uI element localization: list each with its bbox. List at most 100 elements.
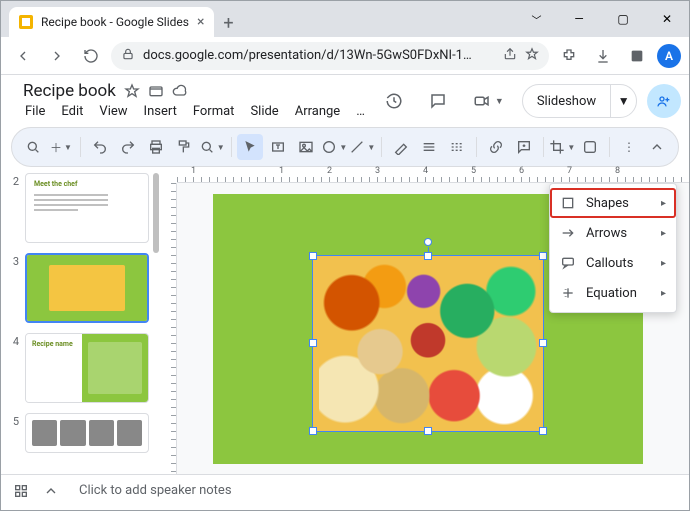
undo-button[interactable] xyxy=(87,134,113,160)
thumbnail-slide-2[interactable]: Meet the chef xyxy=(25,173,149,243)
link-button[interactable] xyxy=(483,134,509,160)
shape-menu-label: Callouts xyxy=(586,256,633,271)
url-text: docs.google.com/presentation/d/13Wn-5GwS… xyxy=(143,48,495,63)
textbox-button[interactable] xyxy=(265,134,291,160)
lock-icon xyxy=(121,47,135,64)
doc-title[interactable]: Recipe book xyxy=(23,81,116,101)
shape-menu: Shapes ▸ Arrows ▸ Callouts ▸ xyxy=(549,183,677,313)
tab-close-icon[interactable]: × xyxy=(197,15,204,29)
menu-view[interactable]: View xyxy=(97,102,129,121)
move-doc-icon[interactable] xyxy=(148,83,164,99)
browser-avatar[interactable]: A xyxy=(657,44,681,68)
slideshow-label[interactable]: Slideshow xyxy=(523,94,610,109)
shape-button[interactable]: ▼ xyxy=(321,134,347,160)
window-controls: ﹀ ― ▢ ✕ xyxy=(513,1,689,37)
star-doc-icon[interactable] xyxy=(124,83,140,99)
shape-menu-arrows[interactable]: Arrows ▸ xyxy=(550,218,676,248)
resize-handle-ne[interactable] xyxy=(539,252,547,260)
rotate-handle[interactable] xyxy=(424,238,432,246)
nav-back-button[interactable] xyxy=(9,42,37,70)
redo-button[interactable] xyxy=(115,134,141,160)
slideshow-dropdown[interactable]: ▼ xyxy=(610,85,636,117)
new-slide-button[interactable]: ＋▼ xyxy=(48,134,74,160)
speaker-notes-placeholder[interactable]: Click to add speaker notes xyxy=(73,483,677,498)
comment-button[interactable] xyxy=(511,134,537,160)
menu-file[interactable]: File xyxy=(23,102,47,121)
slideshow-button[interactable]: Slideshow ▼ xyxy=(522,84,637,118)
window-minimize[interactable]: ― xyxy=(557,1,601,37)
border-weight-button[interactable] xyxy=(416,134,442,160)
resize-handle-nw[interactable] xyxy=(309,252,317,260)
menu-arrange[interactable]: Arrange xyxy=(293,102,342,121)
shape-menu-label: Shapes xyxy=(586,196,629,211)
star-icon[interactable] xyxy=(525,47,539,64)
submenu-arrow-icon: ▸ xyxy=(661,228,666,239)
resize-handle-n[interactable] xyxy=(424,252,432,260)
shape-menu-shapes[interactable]: Shapes ▸ xyxy=(550,188,676,218)
resize-handle-e[interactable] xyxy=(539,339,547,347)
shape-menu-callouts[interactable]: Callouts ▸ xyxy=(550,248,676,278)
print-button[interactable] xyxy=(143,134,169,160)
submenu-arrow-icon: ▸ xyxy=(661,288,666,299)
equation-icon xyxy=(560,285,576,301)
resize-handle-se[interactable] xyxy=(539,427,547,435)
extensions-icon[interactable] xyxy=(555,42,583,70)
explore-button[interactable] xyxy=(43,483,59,499)
thumbnail-slide-4[interactable]: Recipe name xyxy=(25,333,149,403)
share-button[interactable] xyxy=(647,84,681,118)
thumbnail-scrollbar[interactable] xyxy=(153,173,159,253)
thumbnail-panel[interactable]: 2 Meet the chef 3 4 Recipe name 5 xyxy=(1,167,161,474)
canvas-area: 1 1 2 3 4 5 6 7 8 xyxy=(161,167,689,474)
window-chevrons[interactable]: ﹀ xyxy=(513,1,557,37)
thumbnail-slide-3[interactable] xyxy=(25,253,149,323)
thumbnail-row[interactable]: 4 Recipe name xyxy=(9,333,157,403)
shape-menu-equation[interactable]: Equation ▸ xyxy=(550,278,676,308)
cloud-status-icon[interactable] xyxy=(172,83,188,99)
border-color-button[interactable] xyxy=(388,134,414,160)
image-button[interactable] xyxy=(293,134,319,160)
browser-tab[interactable]: Recipe book - Google Slides × xyxy=(9,7,214,37)
window-close[interactable]: ✕ xyxy=(645,1,689,37)
mask-button[interactable] xyxy=(577,134,603,160)
collapse-toolbar-button[interactable] xyxy=(644,134,670,160)
comments-icon[interactable] xyxy=(421,86,455,116)
zoom-button[interactable]: ▼ xyxy=(199,134,225,160)
nav-reload-button[interactable] xyxy=(77,42,105,70)
crop-button[interactable]: ▼ xyxy=(549,134,575,160)
select-tool-button[interactable] xyxy=(237,134,263,160)
paint-format-button[interactable] xyxy=(171,134,197,160)
resize-handle-s[interactable] xyxy=(424,427,432,435)
meet-icon[interactable]: ▼ xyxy=(465,86,512,116)
resize-handle-sw[interactable] xyxy=(309,427,317,435)
thumbnail-slide-5[interactable] xyxy=(25,413,149,453)
window-maximize[interactable]: ▢ xyxy=(601,1,645,37)
slide-stage[interactable]: Shapes ▸ Arrows ▸ Callouts ▸ xyxy=(177,183,689,474)
grid-view-button[interactable] xyxy=(13,483,29,499)
history-icon[interactable] xyxy=(377,86,411,116)
menu-slide[interactable]: Slide xyxy=(248,102,280,121)
submenu-arrow-icon: ▸ xyxy=(661,258,666,269)
new-tab-button[interactable]: + xyxy=(214,9,242,37)
menu-insert[interactable]: Insert xyxy=(142,102,179,121)
thumbnail-row[interactable]: 3 xyxy=(9,253,157,323)
menu-format[interactable]: Format xyxy=(191,102,237,121)
submenu-arrow-icon: ▸ xyxy=(661,198,666,209)
download-icon[interactable] xyxy=(589,42,617,70)
search-menus-button[interactable] xyxy=(20,134,46,160)
account-square-icon[interactable] xyxy=(623,42,651,70)
thumbnail-row[interactable]: 5 xyxy=(9,413,157,453)
resize-handle-w[interactable] xyxy=(309,339,317,347)
more-button[interactable]: ⋮ xyxy=(616,134,642,160)
horizontal-ruler[interactable]: 1 1 2 3 4 5 6 7 8 xyxy=(177,167,689,183)
thumbnail-row[interactable]: 2 Meet the chef xyxy=(9,173,157,243)
border-dash-button[interactable] xyxy=(444,134,470,160)
line-button[interactable]: ▼ xyxy=(349,134,375,160)
vertical-ruler[interactable] xyxy=(161,183,177,474)
url-box[interactable]: docs.google.com/presentation/d/13Wn-5GwS… xyxy=(111,42,549,70)
nav-forward-button[interactable] xyxy=(43,42,71,70)
menu-more[interactable]: … xyxy=(354,102,367,121)
selected-image[interactable] xyxy=(313,256,543,431)
share-url-icon[interactable] xyxy=(503,47,517,64)
menu-edit[interactable]: Edit xyxy=(59,102,85,121)
thumbnail-number: 4 xyxy=(9,333,19,348)
